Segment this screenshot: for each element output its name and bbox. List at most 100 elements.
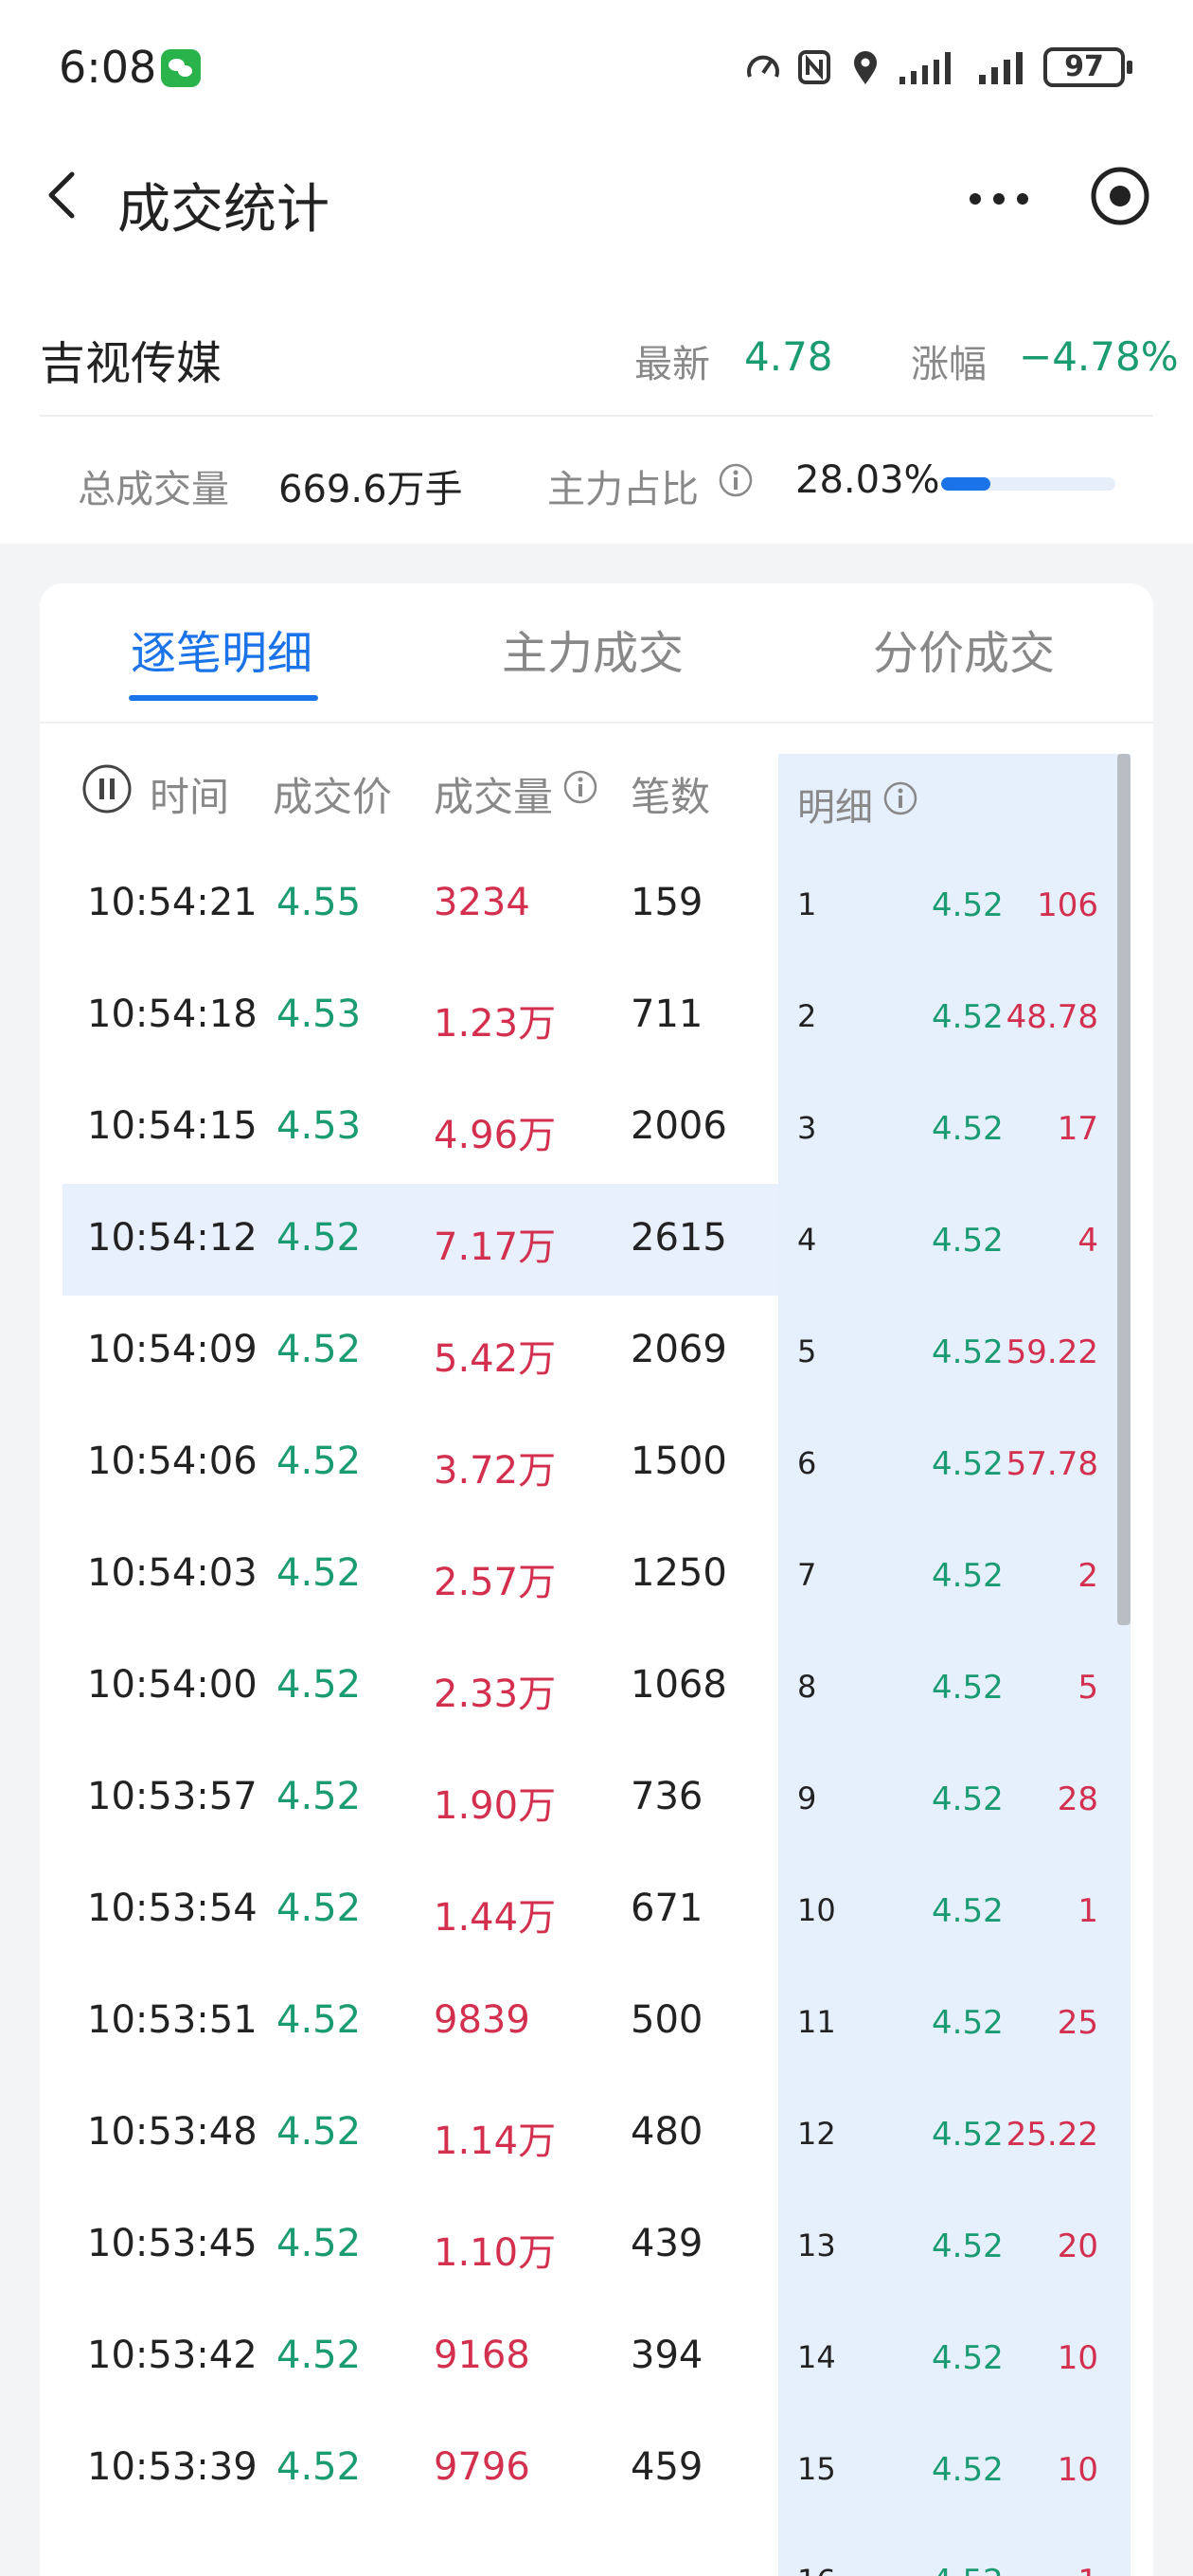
- table-row[interactable]: 10:53:42 4.52 9168 394: [62, 2301, 778, 2413]
- table-row[interactable]: 10:54:00 4.52 2.33万 1068: [62, 1631, 778, 1743]
- more-icon[interactable]: [966, 189, 1032, 208]
- detail-row: 6 4.52 57.78: [778, 1436, 1117, 1547]
- table-row[interactable]: 10:54:12 4.52 7.17万 2615: [62, 1184, 778, 1296]
- location-icon: [854, 51, 877, 84]
- trade-time: 10:53:48: [87, 2110, 258, 2154]
- table-row[interactable]: 10:53:57 4.52 1.90万 736: [62, 1743, 778, 1854]
- total-volume-value: 669.6万手: [278, 468, 463, 511]
- change-label: 涨幅: [911, 343, 987, 386]
- status-time: 6:08: [59, 42, 157, 93]
- summary-divider: [40, 415, 1153, 417]
- detail-index: 10: [797, 1892, 836, 1928]
- trade-volume: 9168: [434, 2334, 530, 2377]
- detail-volume: 2: [1077, 1557, 1098, 1595]
- detail-volume: 106: [1037, 886, 1098, 924]
- main-ratio-bar-fill: [941, 477, 990, 491]
- detail-price: 4.52: [932, 2451, 1004, 2489]
- detail-index: 12: [797, 2116, 836, 2152]
- nfc-icon: [798, 50, 830, 84]
- detail-price: 4.52: [932, 1892, 1004, 1930]
- table-row[interactable]: 10:53:48 4.52 1.14万 480: [62, 2078, 778, 2190]
- table-row[interactable]: 10:54:03 4.52 2.57万 1250: [62, 1519, 778, 1631]
- table-row[interactable]: 10:53:39 4.52 9796 459: [62, 2413, 778, 2525]
- table-row[interactable]: 10:54:21 4.55 3234 159: [62, 849, 778, 960]
- detail-row: 2 4.52 48.78: [778, 989, 1117, 1100]
- trade-volume: 2.33万: [434, 1673, 557, 1716]
- trade-price: 4.53: [276, 993, 362, 1036]
- volume-info-icon[interactable]: [562, 769, 598, 805]
- back-icon[interactable]: [36, 167, 93, 224]
- tab-bar: 逐笔明细 主力成交 分价成交: [40, 583, 1153, 724]
- detail-row: 4 4.52 4: [778, 1212, 1117, 1324]
- pause-icon[interactable]: [81, 763, 133, 814]
- detail-info-icon[interactable]: [882, 780, 918, 816]
- detail-row: 8 4.52 5: [778, 1659, 1117, 1771]
- column-header-price: 成交价: [273, 774, 393, 820]
- trade-volume: 1.10万: [434, 2231, 557, 2275]
- table-row[interactable]: 10:54:18 4.53 1.23万 711: [62, 960, 778, 1072]
- nav-bar: 成交统计: [0, 133, 1193, 275]
- trade-price: 4.52: [276, 2445, 362, 2489]
- detail-scrollbar[interactable]: [1117, 754, 1131, 1625]
- detail-row: 10 4.52 1: [778, 1883, 1117, 1995]
- detail-row: 1 4.52 106: [778, 877, 1117, 989]
- tab-main-trades[interactable]: 主力成交: [502, 616, 684, 682]
- trade-price: 4.52: [276, 1440, 362, 1483]
- detail-index: 6: [797, 1445, 817, 1481]
- detail-volume: 28: [1057, 1780, 1098, 1818]
- trade-time: 10:54:21: [87, 881, 258, 924]
- trade-price: 4.52: [276, 1216, 362, 1260]
- detail-volume: 10: [1057, 2451, 1098, 2489]
- trade-price: 4.53: [276, 1104, 362, 1148]
- trade-price: 4.52: [276, 1663, 362, 1707]
- total-volume-label: 总成交量: [78, 468, 229, 511]
- table-row[interactable]: 10:54:15 4.53 4.96万 2006: [62, 1072, 778, 1184]
- trade-detail-card: 逐笔明细 主力成交 分价成交 时间 成交价 成交量 笔数 10:54:21 4.5…: [40, 583, 1153, 2576]
- trade-count: 2069: [631, 1328, 727, 1371]
- info-icon[interactable]: [718, 462, 754, 498]
- main-ratio-bar: [941, 477, 1115, 491]
- detail-index: 2: [797, 998, 817, 1034]
- detail-volume: 1: [1077, 2563, 1098, 2576]
- detail-volume: 25: [1057, 2004, 1098, 2042]
- trade-count: 439: [631, 2222, 703, 2265]
- detail-row: 16 4.52 1: [778, 2553, 1117, 2576]
- trade-volume: 9839: [434, 1998, 530, 2042]
- stock-summary: 吉视传媒 最新 4.78 涨幅 −4.78% 总成交量 669.6万手 主力占比…: [0, 275, 1193, 544]
- detail-index: 16: [797, 2563, 836, 2576]
- detail-volume: 48.78: [1006, 998, 1098, 1036]
- detail-price: 4.52: [932, 1333, 1004, 1371]
- trade-volume: 5.42万: [434, 1337, 557, 1381]
- table-row[interactable]: 10:53:45 4.52 1.10万 439: [62, 2190, 778, 2301]
- table-row[interactable]: 10:53:54 4.52 1.44万 671: [62, 1854, 778, 1966]
- trade-count: 1250: [631, 1551, 727, 1595]
- trade-count: 159: [631, 881, 703, 924]
- tab-price-trades[interactable]: 分价成交: [873, 616, 1055, 682]
- detail-price: 4.52: [932, 1669, 1004, 1707]
- trade-time: 10:54:06: [87, 1440, 258, 1483]
- detail-volume: 57.78: [1006, 1445, 1098, 1483]
- trade-time: 10:54:00: [87, 1663, 258, 1707]
- trade-price: 4.52: [276, 2110, 362, 2154]
- table-row[interactable]: 10:54:09 4.52 5.42万 2069: [62, 1296, 778, 1407]
- trade-price: 4.52: [276, 2334, 362, 2377]
- detail-index: 3: [797, 1110, 817, 1146]
- change-value: −4.78%: [1019, 333, 1179, 380]
- trade-volume: 1.23万: [434, 1002, 557, 1046]
- status-icons: 97: [744, 47, 1132, 87]
- detail-price: 4.52: [932, 886, 1004, 924]
- tab-tick-detail[interactable]: 逐笔明细: [131, 616, 312, 682]
- table-row[interactable]: 10:53:51 4.52 9839 500: [62, 1966, 778, 2078]
- table-row[interactable]: 10:54:06 4.52 3.72万 1500: [62, 1407, 778, 1519]
- detail-row: 3 4.52 17: [778, 1100, 1117, 1212]
- detail-row: 9 4.52 28: [778, 1771, 1117, 1883]
- column-header-volume: 成交量: [434, 774, 554, 820]
- detail-price: 4.52: [932, 2116, 1004, 2154]
- detail-volume: 4: [1077, 1222, 1098, 1260]
- close-miniprogram-icon[interactable]: [1089, 165, 1151, 227]
- battery-icon: 97: [1043, 47, 1132, 87]
- detail-row: 14 4.52 10: [778, 2330, 1117, 2442]
- latest-price-label: 最新: [634, 343, 710, 386]
- detail-price: 4.52: [932, 1780, 1004, 1818]
- trade-count: 459: [631, 2445, 703, 2489]
